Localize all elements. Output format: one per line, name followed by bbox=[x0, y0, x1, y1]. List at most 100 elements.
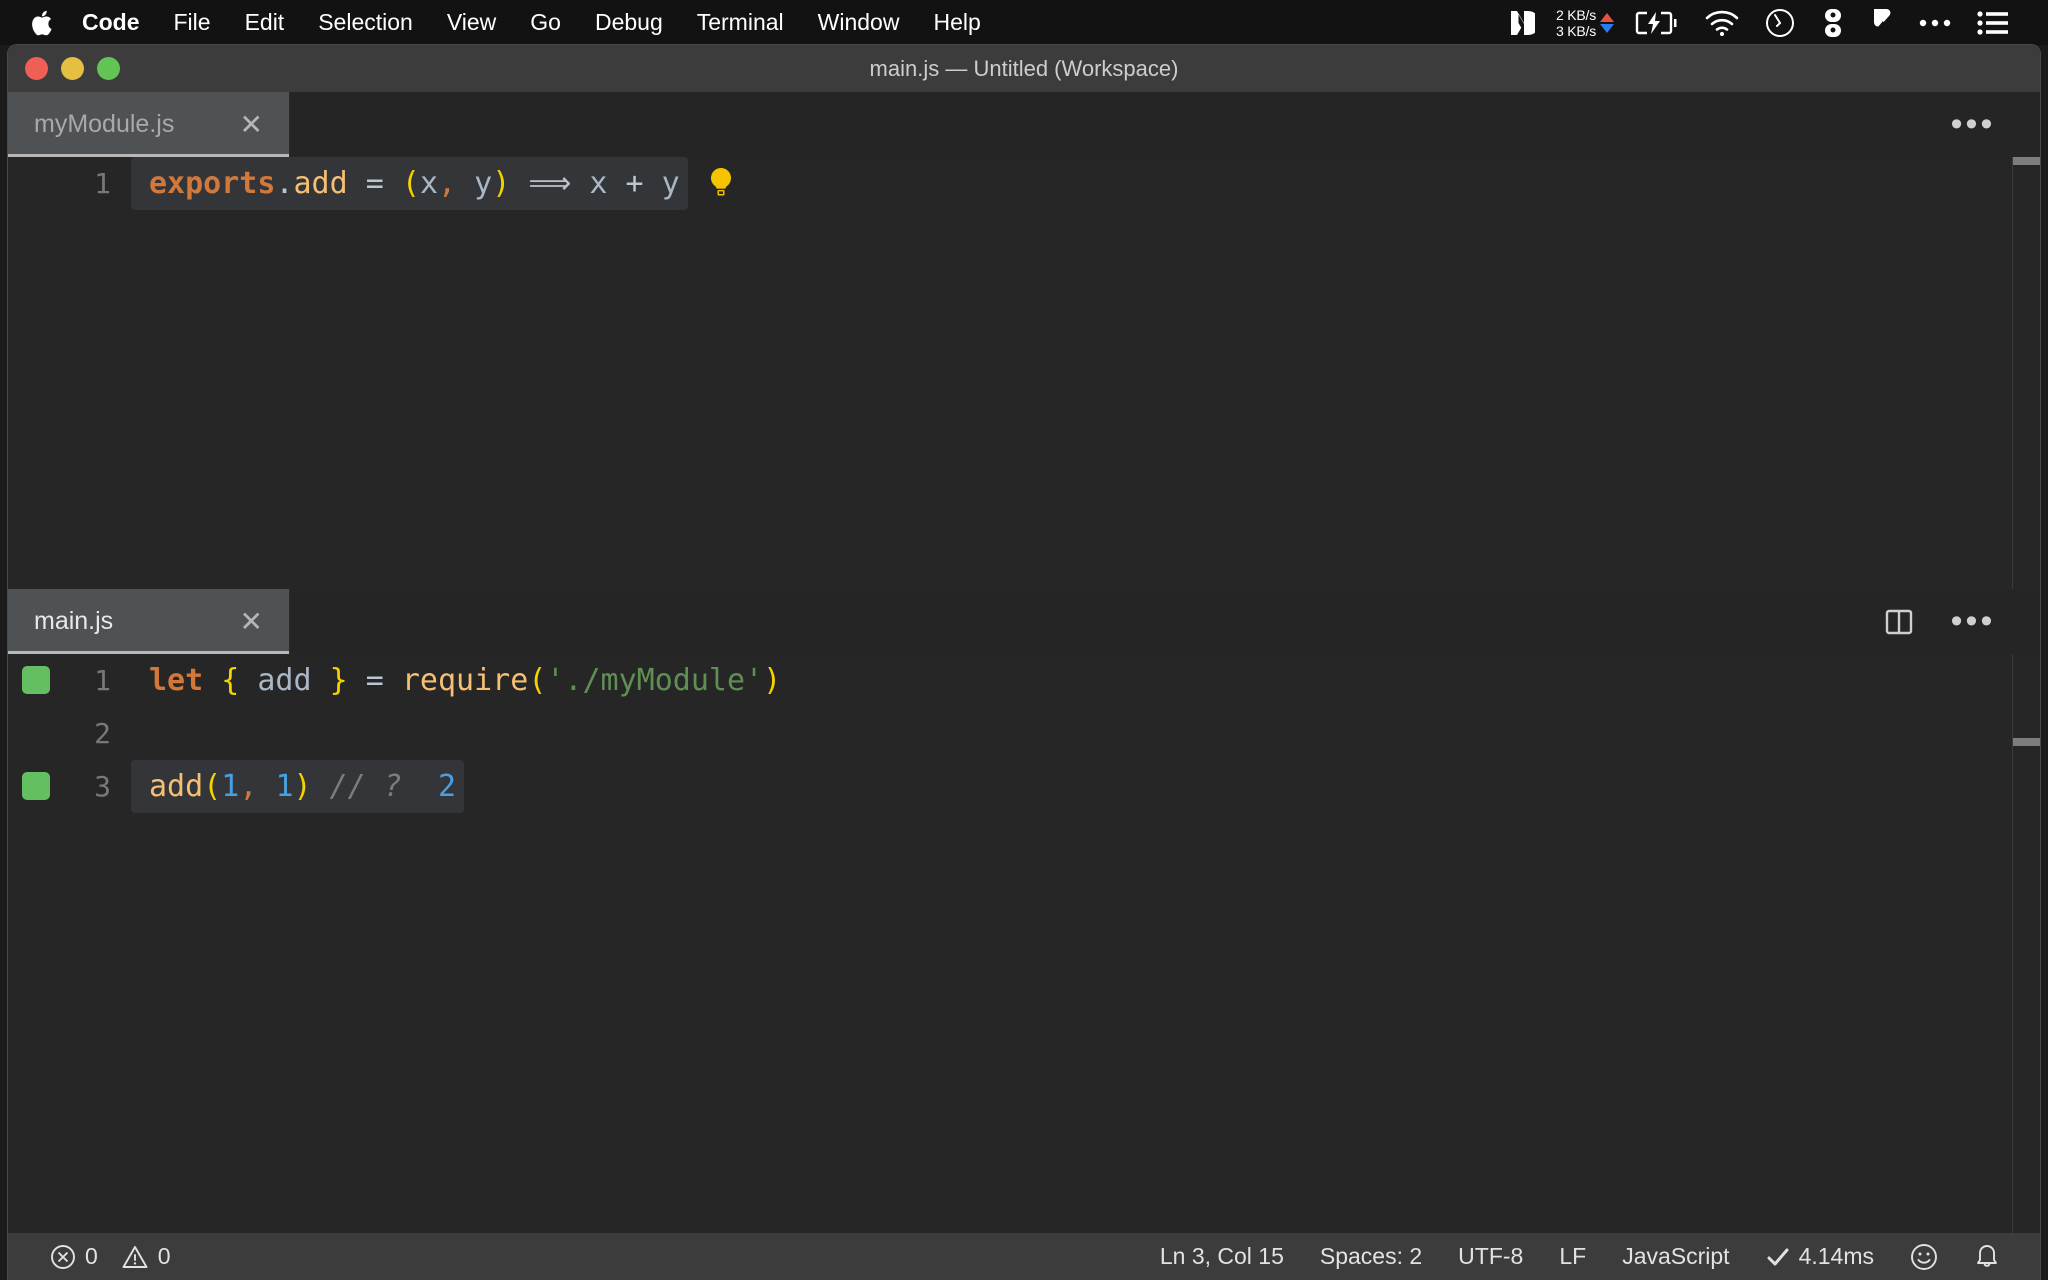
line-number: 1 bbox=[8, 167, 131, 200]
code-tokens[interactable]: let { add } = require('./myModule') bbox=[131, 654, 781, 707]
code-token bbox=[384, 663, 402, 698]
ellipsis-icon[interactable] bbox=[1919, 18, 1951, 28]
close-window-button[interactable] bbox=[25, 57, 48, 80]
status-indentation[interactable]: Spaces: 2 bbox=[1302, 1233, 1440, 1280]
code-token: // ? bbox=[330, 769, 402, 804]
menubar-item-debug[interactable]: Debug bbox=[578, 0, 680, 45]
network-speed-indicator[interactable]: 2 KB/s 3 KB/s bbox=[1556, 7, 1614, 39]
status-quokka-time[interactable]: 4.14ms bbox=[1748, 1233, 1892, 1280]
zoom-window-button[interactable] bbox=[97, 57, 120, 80]
code-token: ( bbox=[402, 166, 420, 201]
more-actions-icon[interactable]: ••• bbox=[1936, 92, 2010, 157]
close-icon[interactable]: ✕ bbox=[198, 111, 263, 139]
menubar-item-window[interactable]: Window bbox=[801, 0, 917, 45]
editor-group-bottom: main.js ✕ ••• 1 let { add bbox=[8, 589, 2040, 1235]
menubar-item-file[interactable]: File bbox=[157, 0, 228, 45]
code-token: x bbox=[589, 166, 607, 201]
editor-group-top: myModule.js ✕ ••• 1 exports.add = (x, y)… bbox=[8, 92, 2040, 589]
tab-main-js[interactable]: main.js ✕ bbox=[8, 589, 290, 654]
code-token bbox=[384, 166, 402, 201]
status-feedback[interactable] bbox=[1892, 1233, 1956, 1280]
vscode-window: main.js — Untitled (Workspace) myModule.… bbox=[8, 45, 2040, 1280]
line-number: 2 bbox=[8, 717, 131, 750]
status-cursor-position[interactable]: Ln 3, Col 15 bbox=[1142, 1233, 1302, 1280]
menubar-item-edit[interactable]: Edit bbox=[228, 0, 302, 45]
check-icon bbox=[1766, 1246, 1790, 1268]
apple-logo-icon[interactable] bbox=[30, 8, 56, 38]
minimize-window-button[interactable] bbox=[61, 57, 84, 80]
code-token: ) bbox=[294, 769, 312, 804]
code-line[interactable]: 2 bbox=[8, 707, 2040, 760]
close-icon[interactable]: ✕ bbox=[198, 608, 263, 636]
vivaldi-logo-icon[interactable] bbox=[1507, 8, 1535, 38]
scrollbar-vertical-bottom[interactable] bbox=[2012, 654, 2040, 1235]
code-token bbox=[203, 663, 221, 698]
window-titlebar: main.js — Untitled (Workspace) bbox=[8, 45, 2040, 92]
code-token: require bbox=[402, 663, 528, 698]
menubar-item-code[interactable]: Code bbox=[78, 0, 157, 45]
code-token: y bbox=[662, 166, 680, 201]
tab-label: myModule.js bbox=[34, 110, 174, 139]
more-actions-icon[interactable]: ••• bbox=[1936, 589, 2010, 654]
code-tokens[interactable]: exports.add = (x, y) ⟹ x + y bbox=[131, 157, 688, 210]
flag-icon[interactable] bbox=[1871, 8, 1893, 38]
code-token: = bbox=[366, 663, 384, 698]
scrollbar-vertical-top[interactable] bbox=[2012, 157, 2040, 589]
status-eol[interactable]: LF bbox=[1541, 1233, 1604, 1280]
code-token bbox=[456, 166, 474, 201]
smiley-icon bbox=[1910, 1243, 1938, 1271]
quokka-gutter-indicator bbox=[22, 666, 50, 694]
warning-count: 0 bbox=[158, 1243, 171, 1270]
ellipsis-glyph: ••• bbox=[1951, 615, 1996, 629]
code-token: , bbox=[239, 769, 257, 804]
code-token: ) bbox=[763, 663, 781, 698]
code-token: y bbox=[474, 166, 492, 201]
window-title: main.js — Untitled (Workspace) bbox=[8, 56, 2040, 82]
code-area-bottom[interactable]: 1 let { add } = require('./myModule') 2 … bbox=[8, 654, 2040, 1235]
download-arrow-icon bbox=[1600, 24, 1614, 33]
tab-mymodule-js[interactable]: myModule.js ✕ bbox=[8, 92, 290, 157]
code-tokens[interactable]: add(1, 1) // ? 2 bbox=[131, 760, 464, 813]
list-icon[interactable] bbox=[1977, 10, 2009, 36]
menubar-item-help[interactable]: Help bbox=[916, 0, 997, 45]
code-token: } bbox=[330, 663, 348, 698]
menubar-item-selection[interactable]: Selection bbox=[301, 0, 430, 45]
code-token: . bbox=[275, 166, 293, 201]
macos-menubar: Code File Edit Selection View Go Debug T… bbox=[0, 0, 2048, 45]
code-token bbox=[348, 663, 366, 698]
split-editor-icon[interactable] bbox=[1862, 589, 1936, 654]
code-line[interactable]: 3 add(1, 1) // ? 2 bbox=[8, 760, 2040, 813]
menubar-item-go[interactable]: Go bbox=[513, 0, 578, 45]
tabbar-actions-top: ••• bbox=[1936, 92, 2040, 157]
code-token: ⟹ bbox=[528, 166, 571, 201]
lightbulb-icon[interactable] bbox=[708, 167, 734, 201]
menubar-status-icons: 2 KB/s 3 KB/s bbox=[1494, 0, 2048, 45]
quokka-gutter-indicator bbox=[22, 772, 50, 800]
menubar-item-terminal[interactable]: Terminal bbox=[680, 0, 801, 45]
status-problems[interactable]: 0 0 bbox=[32, 1233, 189, 1280]
code-line[interactable]: 1 let { add } = require('./myModule') bbox=[8, 654, 2040, 707]
dropbox-icon[interactable] bbox=[1821, 8, 1845, 38]
code-token: ) bbox=[492, 166, 510, 201]
code-token: add bbox=[294, 166, 348, 201]
scrollbar-thumb bbox=[2013, 157, 2040, 165]
code-token bbox=[644, 166, 662, 201]
code-token bbox=[312, 663, 330, 698]
code-token bbox=[571, 166, 589, 201]
battery-charging-icon[interactable] bbox=[1635, 10, 1679, 36]
status-encoding[interactable]: UTF-8 bbox=[1440, 1233, 1541, 1280]
code-token: './myModule' bbox=[546, 663, 763, 698]
code-area-top[interactable]: 1 exports.add = (x, y) ⟹ x + y bbox=[8, 157, 2040, 589]
code-token: + bbox=[626, 166, 644, 201]
download-speed-label: 3 KB/s bbox=[1556, 23, 1596, 39]
code-line[interactable]: 1 exports.add = (x, y) ⟹ x + y bbox=[8, 157, 2040, 210]
speedometer-icon[interactable] bbox=[1765, 8, 1795, 38]
scrollbar-thumb bbox=[2013, 738, 2040, 746]
status-language-mode[interactable]: JavaScript bbox=[1604, 1233, 1747, 1280]
code-token bbox=[312, 769, 330, 804]
status-notifications[interactable] bbox=[1956, 1233, 2018, 1280]
wifi-icon[interactable] bbox=[1705, 10, 1739, 36]
code-token: x bbox=[420, 166, 438, 201]
code-token bbox=[239, 663, 257, 698]
menubar-item-view[interactable]: View bbox=[430, 0, 513, 45]
